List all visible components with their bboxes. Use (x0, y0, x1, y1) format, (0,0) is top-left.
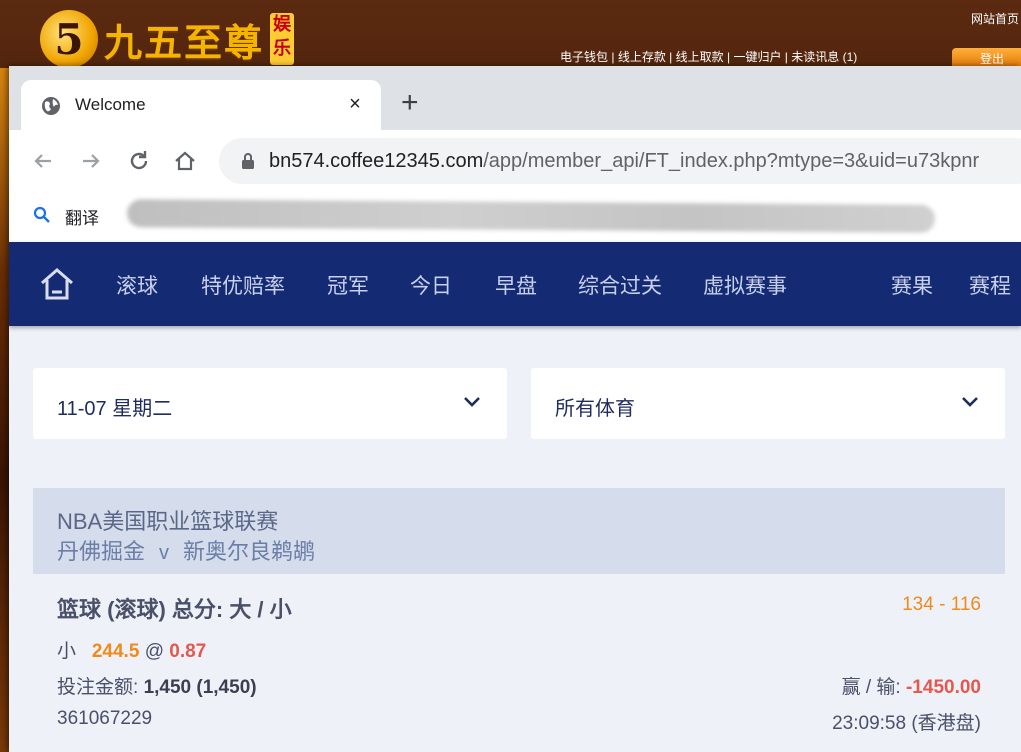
winloss-label: 赢 / 输: (841, 677, 906, 698)
browser-toolbar: bn574.coffee12345.com/app/member_api/FT_… (9, 130, 1021, 192)
tab-bar: Welcome × + (9, 66, 1021, 130)
bet-market: 篮球 (滚球) 总分: 大 / 小 (57, 597, 292, 622)
bookmarks-bar: 翻译 (9, 192, 1021, 243)
top-link-withdraw[interactable]: 线上取款 (676, 50, 724, 64)
nav-inplay[interactable]: 滚球 (116, 270, 158, 300)
top-link-messages[interactable]: 未读讯息 (1) (791, 50, 857, 64)
close-icon[interactable]: × (343, 92, 367, 116)
bet-handicap: 244.5 (91, 641, 140, 662)
home-icon[interactable] (171, 147, 199, 175)
nav-schedule[interactable]: 赛程 (969, 270, 1011, 300)
logo-tag: 娱乐 (270, 13, 295, 65)
home-link[interactable]: 网站首页 (971, 10, 1019, 27)
tab-title: Welcome (75, 95, 146, 114)
match-header: NBA美国职业篮球联赛 丹佛掘金 v 新奥尔良鹈鹕 (33, 488, 1005, 574)
bet-selection: 小 (57, 641, 77, 662)
top-links: 电子钱包 | 线上存款 | 线上取款 | 一键归户 | 未读讯息 (1) (560, 50, 858, 64)
browser-window: Welcome × + bn574.coffee12345.com/app/me… (9, 66, 1021, 752)
search-icon (33, 206, 50, 223)
logo-mark: 5 (40, 10, 98, 68)
lock-icon (242, 153, 254, 169)
url-path: /app/member_api/FT_index.php?mtype=3&uid… (483, 150, 980, 172)
nav-parlay[interactable]: 综合过关 (578, 270, 662, 300)
ticket-id: 361067229 (57, 708, 153, 729)
bet-selection-line: 小 244.5 @ 0.87 (57, 636, 206, 663)
sport-dropdown[interactable]: 所有体育 (531, 368, 1005, 439)
reload-icon[interactable] (125, 147, 153, 175)
new-tab-button[interactable]: + (401, 88, 419, 118)
stake-value: 1,450 (1,450) (143, 677, 257, 698)
top-link-consolidate[interactable]: 一键归户 (733, 50, 781, 64)
stake-label: 投注金额: (57, 677, 144, 698)
winloss-value: -1450.00 (905, 677, 981, 698)
away-team: 新奥尔良鹈鹕 (183, 539, 316, 564)
bet-time: 23:09:58 (香港盘) (832, 713, 981, 734)
logo-text: 九五至尊 (104, 19, 265, 65)
date-dropdown[interactable]: 11-07 星期二 (33, 368, 507, 439)
nav-virtual[interactable]: 虚拟赛事 (703, 270, 787, 300)
nav-early[interactable]: 早盘 (495, 270, 537, 300)
bet-detail: 篮球 (滚球) 总分: 大 / 小 134 - 116 小 244.5 @ 0.… (33, 574, 1005, 752)
stake-line: 投注金额: 1,450 (1,450) (57, 672, 257, 699)
nav-best-odds[interactable]: 特优赔率 (201, 270, 285, 300)
back-arrow-icon[interactable] (29, 147, 57, 175)
top-link-deposit[interactable]: 线上存款 (618, 50, 666, 64)
url-host: bn574.coffee12345.com (269, 150, 484, 172)
redacted-bookmarks (126, 199, 936, 233)
live-score: 134 - 116 (902, 594, 981, 615)
forward-arrow-icon[interactable] (77, 147, 105, 175)
match-teams: 丹佛掘金 v 新奥尔良鹈鹕 (57, 534, 315, 566)
top-link-wallet[interactable]: 电子钱包 (560, 50, 608, 64)
nav-today[interactable]: 今日 (410, 270, 452, 300)
winloss-line: 赢 / 输: -1450.00 (842, 672, 981, 699)
bookmark-translate[interactable]: 翻译 (65, 204, 99, 229)
tab-welcome[interactable]: Welcome × (21, 80, 381, 130)
at-sign: @ (144, 641, 164, 662)
globe-icon (42, 97, 60, 115)
site-logo: 5 九五至尊 娱乐 (40, 10, 295, 68)
chevron-down-icon (464, 397, 480, 407)
address-bar[interactable]: bn574.coffee12345.com/app/member_api/FT_… (219, 138, 1021, 184)
chevron-down-icon (962, 397, 978, 407)
home-icon[interactable] (39, 266, 75, 302)
sport-selected: 所有体育 (555, 398, 635, 420)
date-selected: 11-07 星期二 (57, 398, 173, 420)
sports-navbar: 滚球 特优赔率 冠军 今日 早盘 综合过关 虚拟赛事 赛果 赛程 (9, 242, 1021, 326)
url-text: bn574.coffee12345.com/app/member_api/FT_… (269, 150, 979, 173)
nav-outright[interactable]: 冠军 (327, 270, 369, 300)
nav-results[interactable]: 赛果 (891, 270, 933, 300)
home-team: 丹佛掘金 (57, 539, 146, 564)
league-name: NBA美国职业篮球联赛 (57, 509, 279, 534)
vs-label: v (159, 542, 170, 564)
bet-odds: 0.87 (169, 641, 207, 662)
